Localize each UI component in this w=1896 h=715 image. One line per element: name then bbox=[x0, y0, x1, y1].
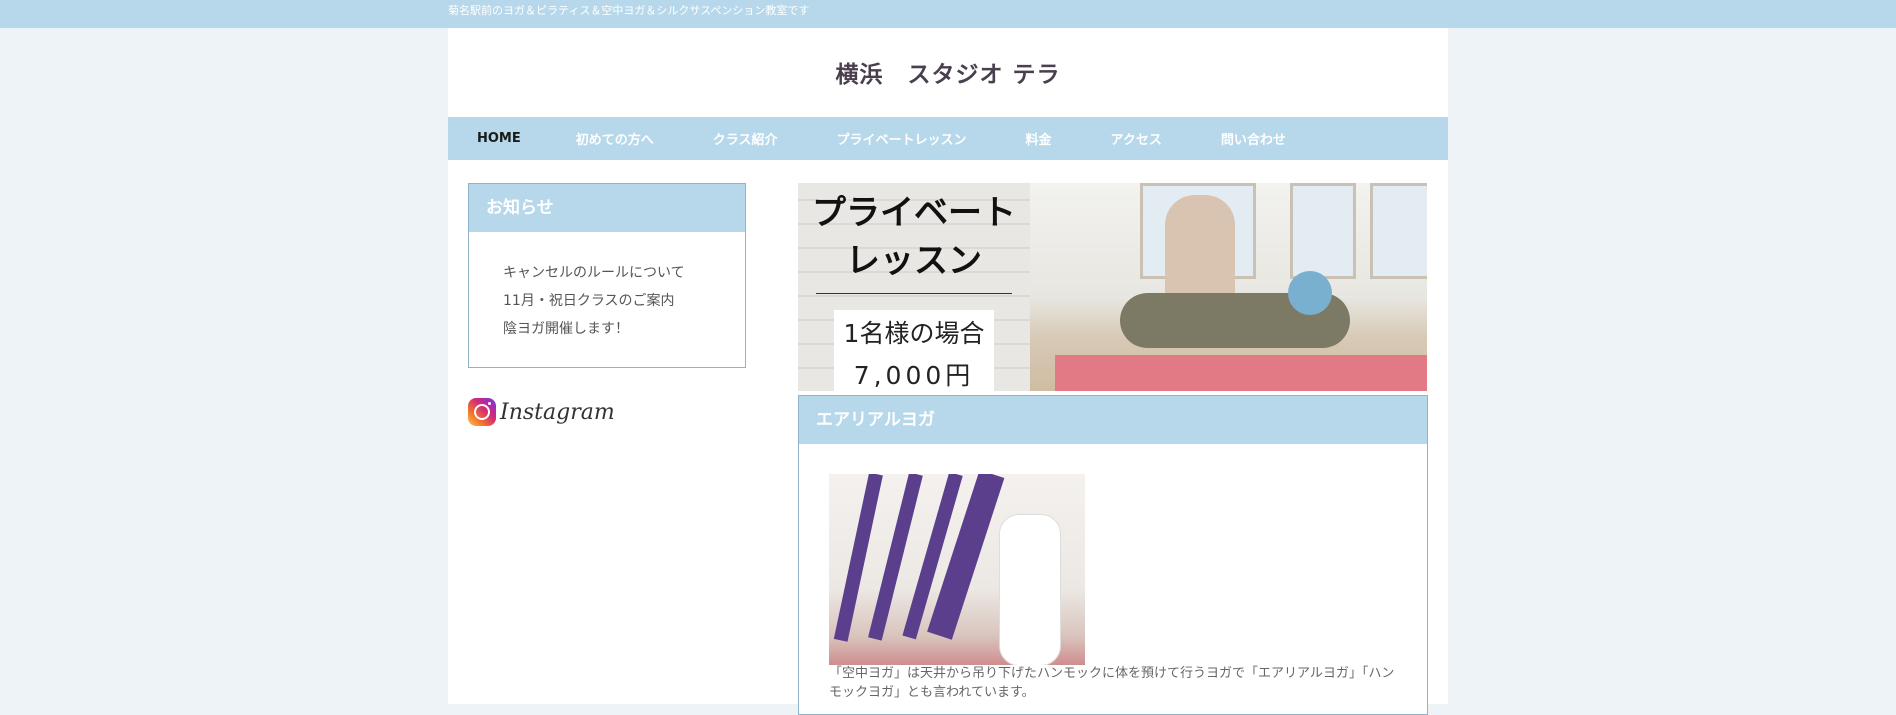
photo-exercise-ball bbox=[1288, 271, 1332, 315]
instagram-logo-text: Instagram bbox=[500, 399, 615, 425]
banner-title-line2: レッスン bbox=[846, 241, 982, 281]
banner-price-card: 1名様の場合 7,000円 bbox=[834, 310, 994, 391]
tagline: 菊名駅前のヨガ＆ピラティス＆空中ヨガ＆シルクサスペンション教室です bbox=[448, 4, 810, 17]
site-title[interactable]: 横浜 スタジオ テラ bbox=[835, 55, 1060, 89]
photo-window bbox=[1290, 183, 1356, 279]
photo-yoga-person bbox=[999, 514, 1061, 665]
nav-home[interactable]: HOME bbox=[477, 131, 521, 146]
notice-panel: お知らせ キャンセルのルールについて 11月・祝日クラスのご案内 陰ヨガ開催しま… bbox=[468, 183, 746, 368]
notice-title: お知らせ bbox=[469, 184, 745, 232]
photo-mat bbox=[1055, 355, 1427, 391]
instagram-icon bbox=[468, 398, 496, 426]
private-lesson-banner[interactable]: プライベート レッスン 1名様の場合 7,000円 bbox=[798, 183, 1427, 391]
photo-window bbox=[1370, 183, 1427, 279]
notice-item-yin-yoga[interactable]: 陰ヨガ開催します！ bbox=[503, 315, 745, 343]
nav-first-time[interactable]: 初めての方へ bbox=[576, 129, 654, 148]
banner-divider bbox=[816, 293, 1012, 294]
site-header: 横浜 スタジオ テラ bbox=[448, 28, 1448, 117]
notice-item-november-holiday[interactable]: 11月・祝日クラスのご案内 bbox=[503, 287, 745, 315]
main-nav: HOME 初めての方へ クラス紹介 プライベートレッスン 料金 アクセス 問い合… bbox=[448, 117, 1448, 160]
nav-pricing[interactable]: 料金 bbox=[1026, 129, 1052, 148]
banner-price-value: 7,000円 bbox=[853, 361, 975, 390]
instagram-link[interactable]: Instagram bbox=[468, 398, 615, 426]
banner-photo bbox=[1030, 183, 1427, 391]
notice-item-cancel-rules[interactable]: キャンセルのルールについて bbox=[503, 259, 745, 287]
page-container: 横浜 スタジオ テラ HOME 初めての方へ クラス紹介 プライベートレッスン … bbox=[448, 28, 1448, 715]
aerial-yoga-panel: エアリアルヨガ 「空中ヨガ」は天井から吊り下げたハンモックに体を預けて行うヨガで… bbox=[798, 395, 1428, 715]
aerial-yoga-photo bbox=[829, 474, 1085, 665]
banner-title: プライベート レッスン bbox=[810, 189, 1018, 285]
banner-title-line1: プライベート bbox=[812, 193, 1016, 233]
nav-contact[interactable]: 問い合わせ bbox=[1221, 129, 1286, 148]
nav-access[interactable]: アクセス bbox=[1111, 129, 1162, 148]
aerial-yoga-description: 「空中ヨガ」は天井から吊り下げたハンモックに体を預けて行うヨガで「エアリアルヨガ… bbox=[829, 666, 1395, 700]
nav-classes[interactable]: クラス紹介 bbox=[713, 129, 778, 148]
top-bar: 菊名駅前のヨガ＆ピラティス＆空中ヨガ＆シルクサスペンション教室です bbox=[0, 0, 1896, 28]
aerial-yoga-title: エアリアルヨガ bbox=[799, 396, 1427, 444]
nav-private-lesson[interactable]: プライベートレッスン bbox=[837, 129, 967, 148]
notice-list: キャンセルのルールについて 11月・祝日クラスのご案内 陰ヨガ開催します！ bbox=[469, 232, 745, 343]
banner-price-label: 1名様の場合 bbox=[843, 319, 985, 348]
